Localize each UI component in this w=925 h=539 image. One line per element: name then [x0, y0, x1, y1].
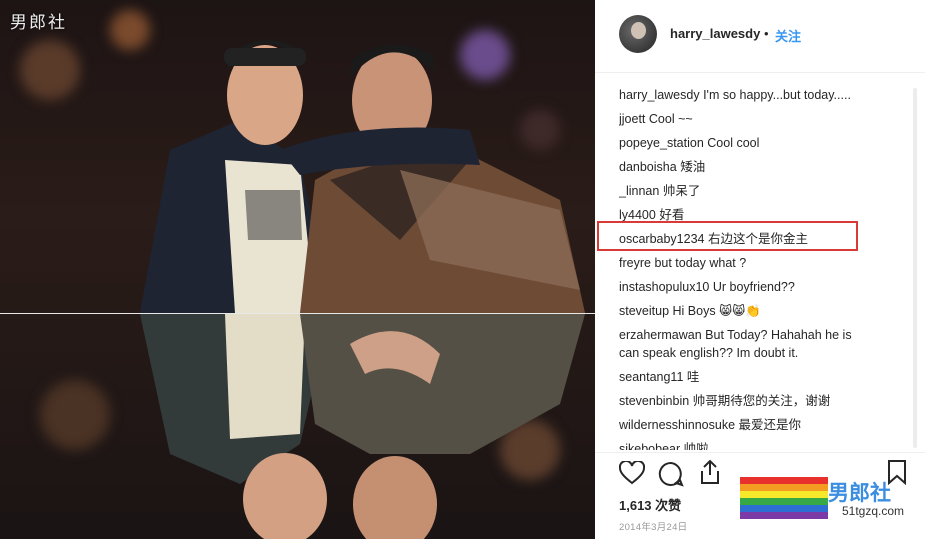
site-url: 51tgzq.com [842, 504, 905, 518]
comment-icon[interactable] [658, 461, 684, 487]
comment-item: danboisha 矮油 [619, 158, 705, 177]
comment-username[interactable]: steveitup [619, 304, 669, 318]
comment-item: freyre but today what ? [619, 254, 746, 273]
comment-username[interactable]: seantang11 [619, 370, 683, 384]
comment-text: but today what ? [654, 256, 747, 270]
comment-text: Hi Boys 😸😸👏 [672, 304, 761, 318]
post-photo[interactable]: 男郎社 [0, 0, 595, 539]
comment-item: wildernesshinnosuke 最爱还是你 [619, 416, 801, 435]
comment-text: But Today? Hahahah he is [705, 328, 852, 342]
people-figures-bottom [140, 314, 585, 539]
comment-text: I'm so happy...but today..... [703, 88, 851, 102]
comment-item: popeye_station Cool cool [619, 134, 759, 153]
comment-username[interactable]: danboisha [619, 160, 677, 174]
comment-item: steveitup Hi Boys 😸😸👏 [619, 302, 761, 321]
photo-divider [0, 313, 595, 314]
comment-item: seantang11 哇 [619, 368, 699, 387]
comment-username[interactable]: wildernesshinnosuke [619, 418, 735, 432]
comment-text: 最爱还是你 [738, 418, 802, 432]
comment-username[interactable]: instashopulux10 [619, 280, 709, 294]
comment-text: 帅呆了 [662, 184, 701, 198]
comment-item-continuation: can speak english?? Im doubt it. [619, 344, 798, 363]
author-username[interactable]: harry_lawesdy [670, 26, 760, 41]
follow-button[interactable]: 关注 [775, 26, 801, 45]
comment-username[interactable]: jjoett [619, 112, 645, 126]
rainbow-stripe [740, 491, 828, 498]
comment-item: jjoett Cool ~~ [619, 110, 693, 129]
avatar[interactable] [619, 15, 657, 53]
comment-text: Cool cool [707, 136, 760, 150]
comment-username[interactable]: stevenbinbin [619, 394, 689, 408]
comment-username[interactable]: ly4400 [619, 208, 656, 222]
rainbow-stripe [740, 498, 828, 505]
comment-text: can speak english?? Im doubt it. [619, 346, 799, 360]
like-count[interactable]: 1,613 次赞 [619, 495, 681, 514]
people-figures-top [140, 40, 585, 313]
comment-text: Ur boyfriend?? [712, 280, 795, 294]
site-logo-text: 男郎社 [828, 482, 891, 505]
comment-item: _linnan 帅呆了 [619, 182, 700, 201]
separator-dot: • [764, 26, 769, 41]
post-sidebar: harry_lawesdy • 关注 harry_lawesdy I'm so … [595, 0, 925, 539]
comment-scrollbar[interactable] [913, 88, 917, 448]
rainbow-stripe [740, 477, 828, 484]
comment-item: instashopulux10 Ur boyfriend?? [619, 278, 795, 297]
heart-icon[interactable] [619, 461, 645, 485]
comment-list[interactable]: harry_lawesdy I'm so happy...but today..… [619, 84, 901, 450]
comment-username[interactable]: freyre [619, 256, 651, 270]
comment-username[interactable]: sikebobear [619, 442, 680, 450]
comment-username[interactable]: erzahermawan [619, 328, 702, 342]
highlight-box [597, 221, 858, 251]
rainbow-stripe [740, 512, 828, 519]
rainbow-stripe [740, 484, 828, 491]
share-icon[interactable] [699, 459, 721, 485]
comment-item: stevenbinbin 帅哥期待您的关注，谢谢 [619, 392, 830, 411]
comment-text: 好看 [659, 208, 685, 222]
comment-username[interactable]: harry_lawesdy [619, 88, 700, 102]
comment-text: 帅啦 [683, 442, 709, 450]
comment-text: 矮油 [680, 160, 706, 174]
watermark-text: 男郎社 [10, 13, 67, 33]
comment-text: Cool ~~ [648, 112, 693, 126]
comment-item: erzahermawan But Today? Hahahah he is [619, 326, 852, 345]
comment-text: 哇 [686, 370, 700, 384]
post-header: harry_lawesdy • 关注 [595, 0, 925, 73]
rainbow-stripe [740, 505, 828, 512]
comment-text: 帅哥期待您的关注，谢谢 [692, 394, 831, 408]
comment-username[interactable]: _linnan [619, 184, 659, 198]
comment-item: sikebobear 帅啦 [619, 440, 709, 450]
comment-username[interactable]: popeye_station [619, 136, 704, 150]
post-date: 2014年3月24日 [619, 522, 688, 533]
rainbow-flag-logo [740, 477, 828, 519]
comment-item: harry_lawesdy I'm so happy...but today..… [619, 86, 851, 105]
